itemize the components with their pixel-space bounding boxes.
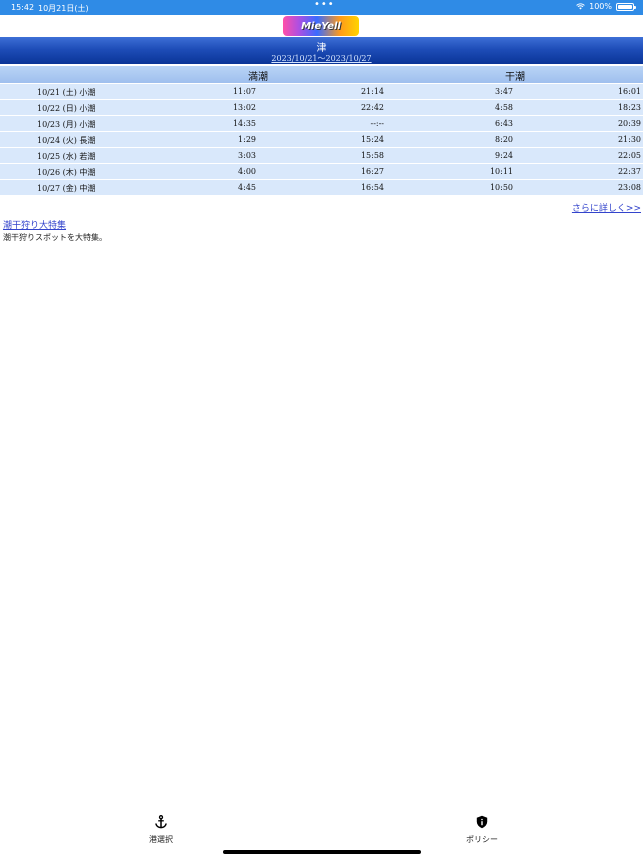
row-high-1: 11:07	[232, 87, 256, 96]
status-right: 100%	[576, 2, 636, 11]
row-high-1: 4:45	[238, 183, 256, 192]
tab-port-select[interactable]: 港選択	[131, 814, 191, 845]
tide-table-header: 満潮 干潮	[0, 66, 643, 83]
row-high-2: 16:54	[360, 183, 384, 192]
row-low-2: 23:08	[617, 183, 641, 192]
row-low-1: 10:11	[489, 167, 513, 176]
status-bar: 15:42 10月21日(土) ••• 100%	[0, 0, 643, 15]
row-high-2: 21:14	[360, 87, 384, 96]
table-row: 10/21 (土) 小潮 11:07 21:14 3:47 16:01	[0, 84, 643, 100]
row-low-2: 22:05	[617, 151, 641, 160]
shellfish-feature-link[interactable]: 潮干狩り大特集	[3, 218, 66, 231]
row-low-1: 10:50	[489, 183, 513, 192]
row-date: 10/27 (金) 中潮	[37, 184, 96, 193]
tab-port-select-label: 港選択	[149, 835, 173, 844]
row-low-1: 4:58	[495, 103, 513, 112]
row-low-2: 21:30	[617, 135, 641, 144]
row-high-2: 15:24	[360, 135, 384, 144]
row-low-2: 18:23	[617, 103, 641, 112]
row-date: 10/23 (月) 小潮	[37, 120, 96, 129]
row-date: 10/21 (土) 小潮	[37, 88, 96, 97]
row-low-1: 9:24	[495, 151, 513, 160]
row-date: 10/25 (水) 若潮	[37, 152, 96, 161]
row-date: 10/24 (火) 長潮	[37, 136, 96, 145]
tab-policy[interactable]: ポリシー	[452, 814, 512, 845]
row-date: 10/22 (日) 小潮	[37, 104, 96, 113]
more-details-link[interactable]: さらに詳しく>>	[572, 201, 641, 214]
high-tide-header: 満潮	[248, 72, 268, 83]
anchor-icon	[155, 815, 167, 829]
row-low-1: 8:20	[495, 135, 513, 144]
row-low-1: 6:43	[495, 119, 513, 128]
row-high-1: 14:35	[232, 119, 256, 128]
row-low-2: 16:01	[617, 87, 641, 96]
row-high-1: 4:00	[238, 167, 256, 176]
row-high-2: --:--	[370, 119, 384, 128]
wifi-icon	[576, 3, 585, 10]
shield-icon	[476, 815, 488, 829]
battery-icon	[616, 2, 636, 11]
row-low-1: 3:47	[495, 87, 513, 96]
status-time: 15:42	[11, 3, 35, 12]
feature-description: 潮干狩りスポットを大特集。	[3, 233, 107, 242]
tab-policy-label: ポリシー	[466, 835, 498, 844]
status-date: 10月21日(土)	[38, 4, 89, 13]
home-indicator[interactable]	[223, 850, 421, 854]
row-high-2: 22:42	[360, 103, 384, 112]
row-low-2: 20:39	[617, 119, 641, 128]
row-high-1: 1:29	[238, 135, 256, 144]
row-date: 10/26 (木) 中潮	[37, 168, 96, 177]
table-row: 10/25 (水) 若潮 3:03 15:58 9:24 22:05	[0, 148, 643, 164]
table-row: 10/24 (火) 長潮 1:29 15:24 8:20 21:30	[0, 132, 643, 148]
table-row: 10/22 (日) 小潮 13:02 22:42 4:58 18:23	[0, 100, 643, 116]
table-row: 10/23 (月) 小潮 14:35 --:-- 6:43 20:39	[0, 116, 643, 132]
multitasking-dots-icon[interactable]: •••	[314, 0, 335, 10]
row-high-2: 16:27	[360, 167, 384, 176]
table-row: 10/27 (金) 中潮 4:45 16:54 10:50 23:08	[0, 180, 643, 196]
row-high-1: 13:02	[232, 103, 256, 112]
low-tide-header: 干潮	[505, 72, 525, 83]
table-row: 10/26 (木) 中潮 4:00 16:27 10:11 22:37	[0, 164, 643, 180]
row-high-1: 3:03	[238, 151, 256, 160]
port-title-band: 津 2023/10/21〜2023/10/27	[0, 37, 643, 64]
battery-percent: 100%	[589, 2, 612, 11]
row-high-2: 15:58	[360, 151, 384, 160]
logo-text: MieYell	[301, 20, 341, 32]
app-logo: MieYell	[283, 16, 359, 36]
port-name: 津	[316, 43, 327, 54]
date-range-link[interactable]: 2023/10/21〜2023/10/27	[0, 53, 643, 64]
row-low-2: 22:37	[617, 167, 641, 176]
